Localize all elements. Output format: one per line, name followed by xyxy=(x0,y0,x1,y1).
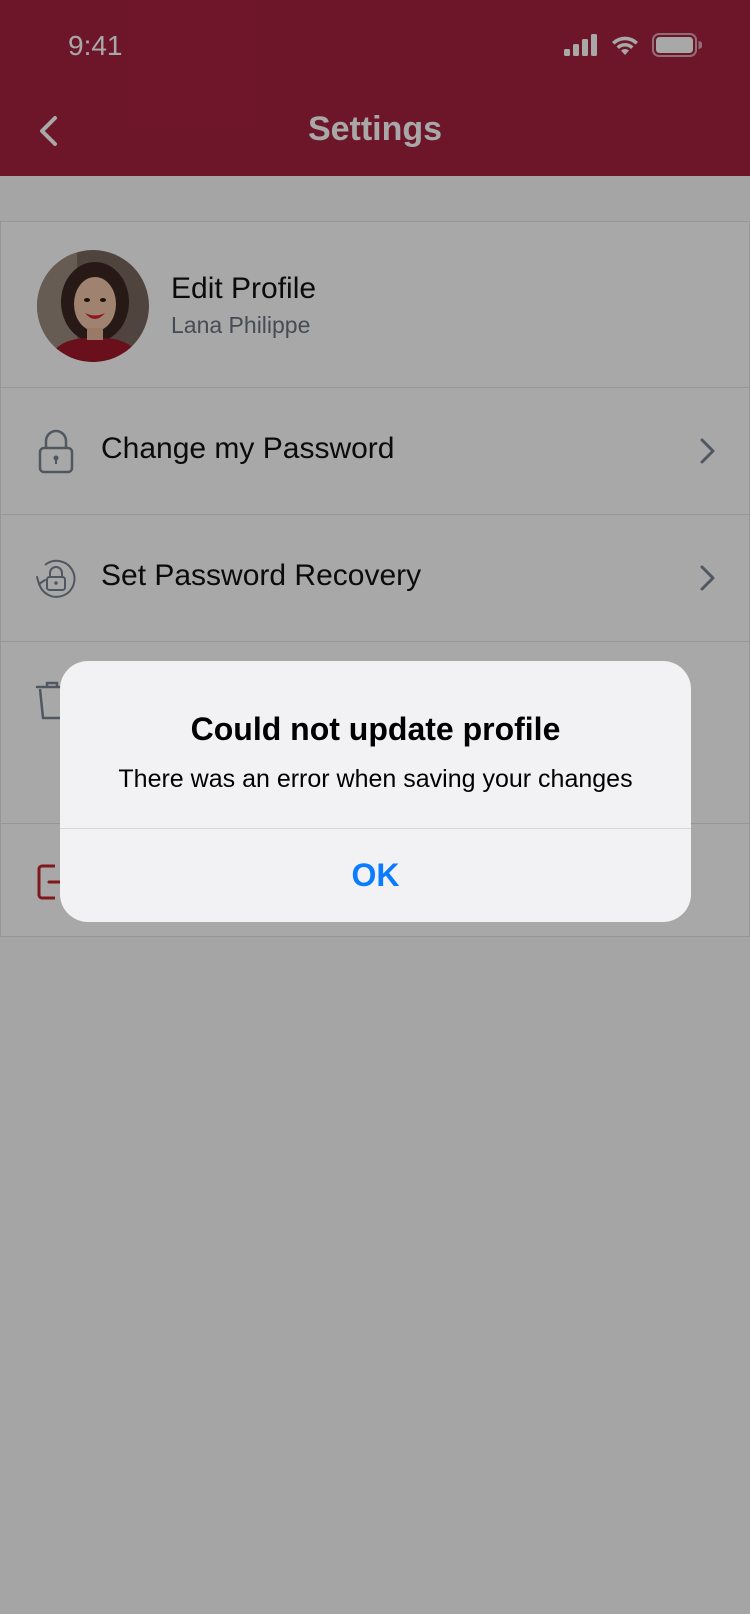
alert-message: There was an error when saving your chan… xyxy=(118,765,633,793)
error-alert-dialog: Could not update profile There was an er… xyxy=(60,661,691,922)
alert-title: Could not update profile xyxy=(190,711,561,747)
settings-screen: 9:41 Settings Edit Profile Lana Philippe… xyxy=(0,0,750,1614)
ok-button[interactable]: OK xyxy=(60,829,691,922)
